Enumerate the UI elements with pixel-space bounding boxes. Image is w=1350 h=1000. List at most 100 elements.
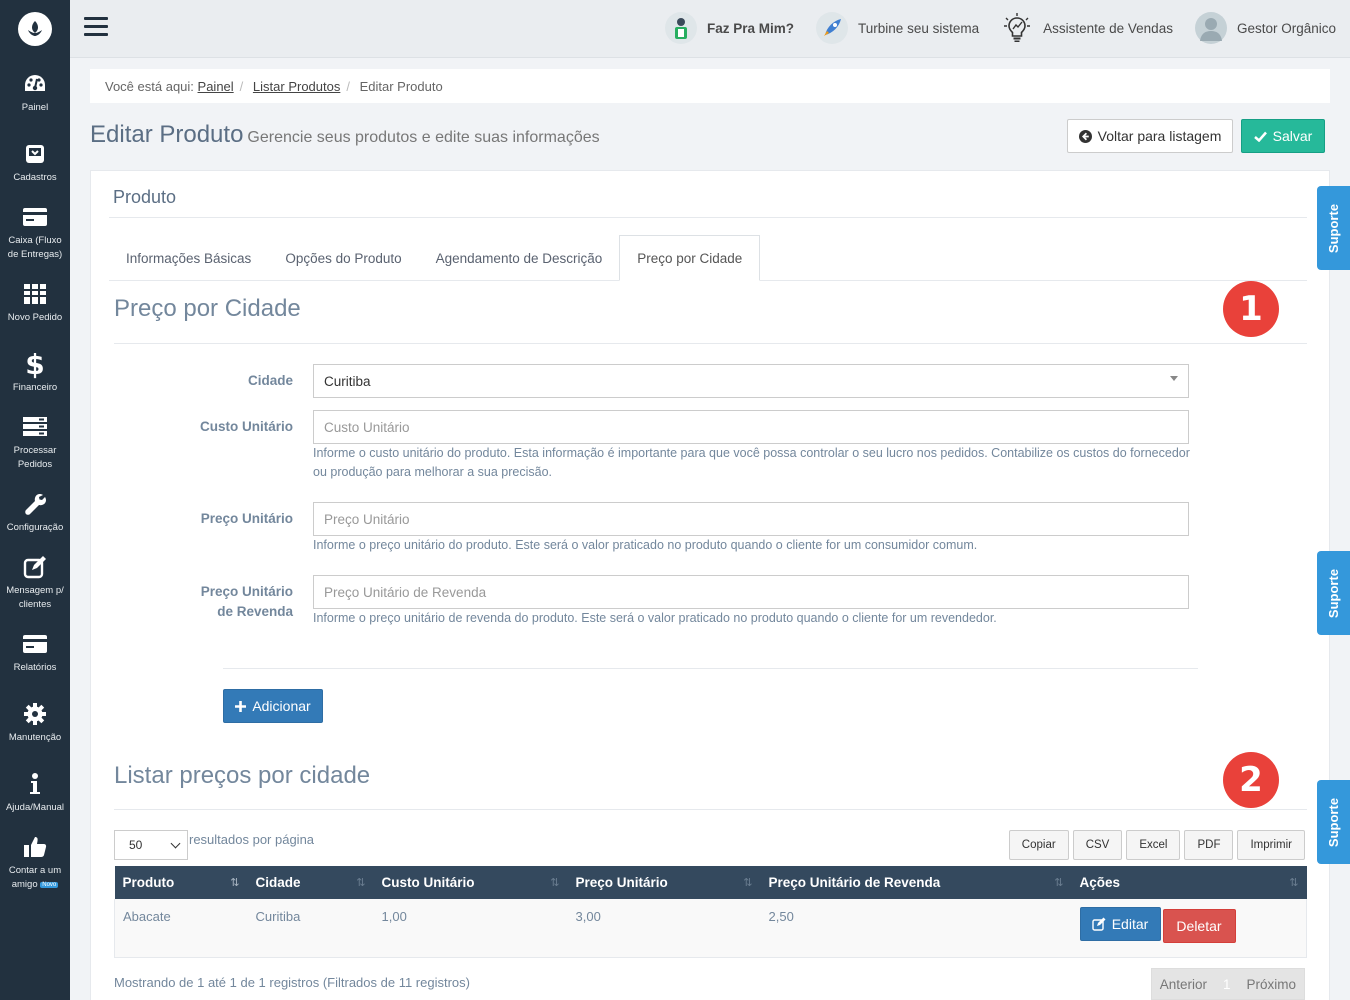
info-icon: [29, 771, 41, 797]
leaf-logo-icon: [18, 12, 52, 46]
sidebar-item-label: Relatórios: [13, 662, 57, 673]
support-tab[interactable]: Suporte: [1317, 186, 1350, 270]
page-length-label: resultados por página: [189, 832, 315, 847]
sidebar-item-label: Cadastros: [13, 172, 57, 183]
menu-toggle-icon[interactable]: [84, 17, 108, 37]
tab-bar: Informações Básicas Opções do Produto Ag…: [109, 235, 1307, 281]
export-buttons: Copiar CSV Excel PDF Imprimir: [1008, 830, 1305, 860]
pdf-button[interactable]: PDF: [1184, 830, 1234, 860]
support-tab[interactable]: Suporte: [1317, 780, 1350, 864]
pagination-page[interactable]: 1: [1215, 969, 1239, 999]
sidebar-item-relatorios[interactable]: Relatórios: [0, 618, 70, 688]
lightbulb-icon: [1001, 12, 1033, 44]
cost-input[interactable]: Custo Unitário: [313, 410, 1189, 444]
sidebar-item-label: Contar a um amigo Novo: [8, 865, 62, 890]
sort-icon: ⇅: [1054, 877, 1063, 889]
city-prices-table: Produto ⇅ Cidade ⇅ Custo Unitário ⇅ Preço U…: [114, 866, 1307, 958]
section-title-listar-precos: Listar preços por cidade: [114, 762, 371, 789]
resale-help-text: Informe o preço unitário de revenda do p…: [313, 611, 997, 625]
price-label: Preço Unitário: [200, 511, 293, 526]
table-info: Mostrando de 1 até 1 de 1 registros (Fil…: [114, 975, 470, 990]
panel-title: Produto: [113, 187, 177, 207]
sidebar-item-caixa[interactable]: Caixa (Fluxo de Entregas): [0, 198, 70, 268]
csv-button[interactable]: CSV: [1072, 830, 1123, 860]
cost-label: Custo Unitário: [200, 419, 293, 434]
sidebar-item-label: Financeiro: [12, 382, 58, 393]
assistente-link[interactable]: Assistente de Vendas: [1001, 12, 1173, 44]
sidebar-item-novo-pedido[interactable]: Novo Pedido: [0, 268, 70, 338]
resale-label: Preço Unitário de Revenda: [200, 584, 293, 619]
sidebar-item-financeiro[interactable]: $ Financeiro: [0, 338, 70, 408]
column-header-acoes[interactable]: Ações ⇅: [1071, 866, 1307, 899]
column-header-cidade[interactable]: Cidade ⇅: [247, 866, 374, 899]
faz-pra-mim-link[interactable]: Faz Pra Mim?: [665, 12, 794, 44]
city-select-value: Curitiba: [324, 373, 371, 389]
sort-icon: ⇅: [550, 877, 559, 889]
app-logo[interactable]: [0, 0, 70, 58]
sidebar-item-label: Novo Pedido: [7, 312, 63, 323]
resale-input[interactable]: Preço Unitário de Revenda: [313, 575, 1189, 609]
delete-button[interactable]: Deletar: [1162, 909, 1236, 943]
sidebar-item-mensagem[interactable]: Mensagem p/ clientes: [0, 548, 70, 618]
cell-acoes: Editar Deletar: [1071, 899, 1307, 958]
edit-icon: [1092, 917, 1106, 931]
avatar: [1194, 12, 1227, 44]
thumbs-up-icon: [23, 834, 47, 860]
chevron-down-icon: [170, 838, 181, 848]
check-icon: [1253, 131, 1267, 142]
page-title: Editar Produto Gerencie seus produtos e e…: [90, 121, 600, 148]
page-subtitle: Gerencie seus produtos e edite suas info…: [247, 129, 600, 146]
tab-preco-por-cidade[interactable]: Preço por Cidade: [619, 235, 761, 281]
tab-agendamento-descricao[interactable]: Agendamento de Descrição: [419, 235, 620, 281]
column-header-custo[interactable]: Custo Unitário ⇅: [373, 866, 568, 899]
dashboard-icon: [23, 71, 47, 97]
sidebar-item-contar-amigo[interactable]: Contar a um amigo Novo: [0, 828, 70, 898]
sidebar-item-painel[interactable]: Painel: [0, 58, 70, 128]
sidebar-item-manutencao[interactable]: Manutenção: [0, 688, 70, 758]
callout-marker-2: 2: [1223, 752, 1279, 808]
pagination-previous[interactable]: Anterior: [1152, 969, 1215, 999]
section-title-preco-cidade: Preço por Cidade: [114, 295, 301, 322]
city-select[interactable]: Curitiba: [313, 364, 1189, 398]
price-input[interactable]: Preço Unitário: [313, 502, 1189, 536]
print-button[interactable]: Imprimir: [1237, 830, 1305, 860]
cell-preco: 3,00: [567, 899, 761, 958]
column-header-revenda[interactable]: Preço Unitário de Revenda ⇅: [760, 866, 1072, 899]
breadcrumb-link-painel[interactable]: Painel: [198, 79, 234, 94]
breadcrumb-link-listar-produtos[interactable]: Listar Produtos: [253, 79, 340, 94]
pagination-next[interactable]: Próximo: [1238, 969, 1304, 999]
breadcrumb-prefix: Você está aqui:: [105, 79, 194, 94]
edit-icon: [23, 554, 47, 580]
top-link-label: Turbine seu sistema: [858, 20, 980, 36]
copy-button[interactable]: Copiar: [1008, 830, 1069, 860]
price-help-text: Informe o preço unitário do produto. Est…: [313, 538, 978, 552]
city-label: Cidade: [247, 373, 293, 388]
back-to-list-button[interactable]: Voltar para listagem: [1067, 119, 1233, 153]
add-button[interactable]: Adicionar: [223, 689, 323, 723]
cell-cidade: Curitiba: [247, 899, 374, 958]
table-row: Abacate Curitiba 1,00 3,00 2,50 Editar D…: [114, 899, 1307, 958]
sidebar-item-processar-pedidos[interactable]: Processar Pedidos: [0, 408, 70, 478]
top-link-label: Assistente de Vendas: [1043, 20, 1173, 36]
sidebar-item-cadastros[interactable]: Cadastros: [0, 128, 70, 198]
box-icon: [24, 141, 46, 167]
gear-icon: [23, 701, 47, 727]
tab-informacoes-basicas[interactable]: Informações Básicas: [109, 235, 268, 281]
column-header-preco[interactable]: Preço Unitário ⇅: [567, 866, 761, 899]
column-header-produto[interactable]: Produto ⇅: [114, 866, 248, 899]
save-button[interactable]: Salvar: [1241, 119, 1325, 153]
sidebar-item-label: Caixa (Fluxo de Entregas): [7, 235, 63, 260]
sidebar-item-ajuda[interactable]: Ajuda/Manual: [0, 758, 70, 828]
sidebar-item-label: Ajuda/Manual: [5, 802, 65, 813]
tab-opcoes-produto[interactable]: Opções do Produto: [268, 235, 418, 281]
edit-button[interactable]: Editar: [1079, 907, 1161, 941]
sidebar-item-configuracao[interactable]: Configuração: [0, 478, 70, 548]
turbine-link[interactable]: Turbine seu sistema: [816, 12, 979, 44]
support-tab[interactable]: Suporte: [1317, 551, 1350, 635]
excel-button[interactable]: Excel: [1126, 830, 1181, 860]
pagination: Anterior 1 Próximo: [1150, 968, 1305, 1000]
plus-icon: [235, 700, 247, 712]
sort-icon: ⇅: [230, 877, 239, 889]
page-length-select[interactable]: 50: [114, 830, 188, 860]
user-menu[interactable]: Gestor Orgânico: [1194, 12, 1336, 44]
